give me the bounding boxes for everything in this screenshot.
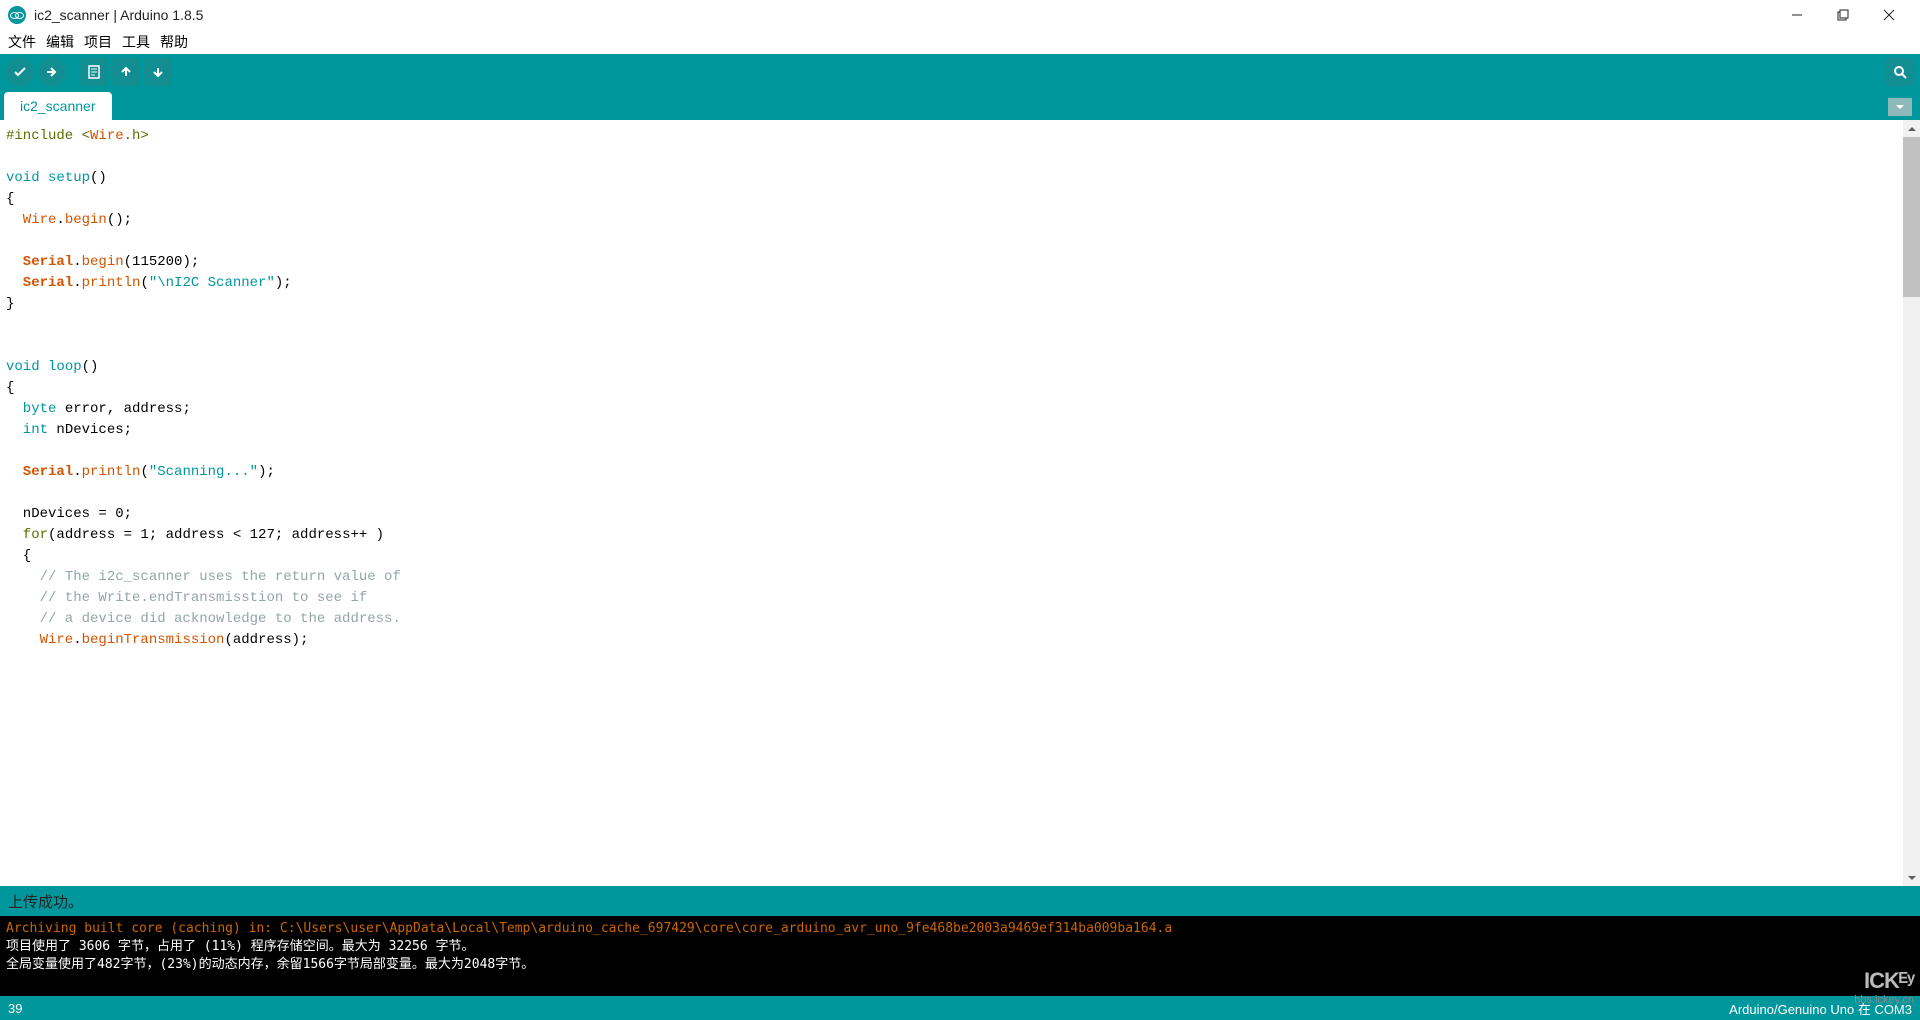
line-number: 39 [8, 1001, 22, 1016]
save-button[interactable] [144, 58, 172, 86]
menu-file[interactable]: 文件 [6, 30, 38, 54]
tab-menu-dropdown[interactable] [1888, 98, 1912, 116]
menu-edit[interactable]: 编辑 [44, 30, 76, 54]
menu-tools[interactable]: 工具 [120, 30, 152, 54]
code-editor[interactable]: #include <Wire.h> void setup() { Wire.be… [0, 120, 1903, 886]
status-message: 上传成功。 [8, 891, 83, 912]
tab-sketch[interactable]: ic2_scanner [4, 92, 112, 120]
menu-help[interactable]: 帮助 [158, 30, 190, 54]
tab-bar: ic2_scanner [0, 90, 1920, 120]
scroll-thumb[interactable] [1903, 137, 1920, 297]
window-controls [1774, 0, 1912, 30]
new-button[interactable] [80, 58, 108, 86]
board-info: Arduino/Genuino Uno 在 COM3 [1729, 999, 1912, 1018]
close-button[interactable] [1866, 0, 1912, 30]
toolbar [0, 54, 1920, 90]
verify-button[interactable] [6, 58, 34, 86]
open-button[interactable] [112, 58, 140, 86]
output-console[interactable]: Archiving built core (caching) in: C:\Us… [0, 916, 1920, 996]
window-title: ic2_scanner | Arduino 1.8.5 [34, 7, 203, 23]
footer-bar: 39 Arduino/Genuino Uno 在 COM3 [0, 996, 1920, 1020]
serial-monitor-button[interactable] [1886, 58, 1914, 86]
vertical-scrollbar[interactable] [1903, 120, 1920, 886]
upload-button[interactable] [38, 58, 66, 86]
arduino-logo-icon [8, 6, 26, 24]
status-bar: 上传成功。 [0, 886, 1920, 916]
console-line: 项目使用了 3606 字节，占用了 (11%) 程序存储空间。最大为 32256… [6, 938, 1914, 956]
scroll-up-arrow[interactable] [1903, 120, 1920, 137]
scroll-down-arrow[interactable] [1903, 869, 1920, 886]
console-line: Archiving built core (caching) in: C:\Us… [6, 920, 1914, 938]
title-bar: ic2_scanner | Arduino 1.8.5 [0, 0, 1920, 30]
editor-area: #include <Wire.h> void setup() { Wire.be… [0, 120, 1920, 886]
menu-sketch[interactable]: 项目 [82, 30, 114, 54]
console-line: 全局变量使用了482字节，(23%)的动态内存，余留1566字节局部变量。最大为… [6, 956, 1914, 974]
minimize-button[interactable] [1774, 0, 1820, 30]
maximize-button[interactable] [1820, 0, 1866, 30]
scroll-track[interactable] [1903, 137, 1920, 869]
menu-bar: 文件 编辑 项目 工具 帮助 [0, 30, 1920, 54]
